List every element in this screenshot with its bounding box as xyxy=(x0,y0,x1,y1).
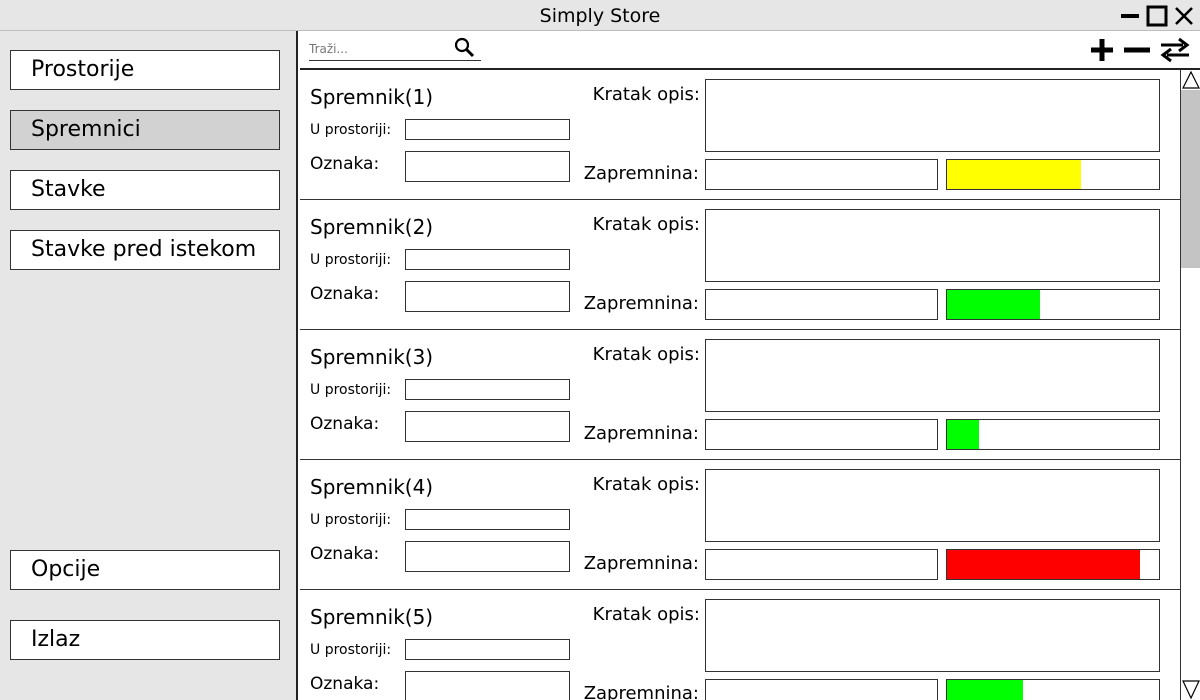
tag-label: Oznaka: xyxy=(310,674,380,694)
tag-field[interactable] xyxy=(405,541,570,572)
sidebar-item-stavke-pred-istekom[interactable]: Stavke pred istekom xyxy=(10,230,280,270)
tag-field[interactable] xyxy=(405,281,570,312)
search-icon[interactable] xyxy=(453,37,477,63)
sidebar-item-spremnici[interactable]: Spremnici xyxy=(10,110,280,150)
options-button[interactable]: Opcije xyxy=(10,550,280,590)
tag-label: Oznaka: xyxy=(310,544,380,564)
close-icon[interactable] xyxy=(1174,6,1194,26)
volume-field[interactable] xyxy=(705,679,938,700)
description-field[interactable] xyxy=(705,209,1160,282)
search-box xyxy=(309,37,481,61)
scroll-down-icon[interactable] xyxy=(1181,678,1200,700)
volume-bar-fill xyxy=(947,420,979,449)
description-label: Kratak opis: xyxy=(592,84,700,105)
volume-field[interactable] xyxy=(705,549,938,580)
room-field[interactable] xyxy=(405,509,570,530)
container-title: Spremnik(5) xyxy=(310,605,434,629)
sidebar: Prostorije Spremnici Stavke Stavke pred … xyxy=(0,31,298,700)
description-field[interactable] xyxy=(705,79,1160,152)
room-label: U prostoriji: xyxy=(310,252,392,268)
volume-label: Zapremnina: xyxy=(583,163,699,184)
description-label: Kratak opis: xyxy=(592,214,700,235)
volume-bar xyxy=(946,289,1160,320)
volume-label: Zapremnina: xyxy=(583,423,699,444)
room-label: U prostoriji: xyxy=(310,642,392,658)
search-input[interactable] xyxy=(309,39,449,59)
description-label: Kratak opis: xyxy=(592,474,700,495)
maximize-icon[interactable] xyxy=(1146,5,1168,27)
room-field[interactable] xyxy=(405,119,570,140)
room-field[interactable] xyxy=(405,249,570,270)
sidebar-item-prostorije[interactable]: Prostorije xyxy=(10,50,280,90)
room-field[interactable] xyxy=(405,379,570,400)
volume-label: Zapremnina: xyxy=(583,293,699,314)
volume-bar xyxy=(946,679,1160,700)
container-card: Spremnik(2) U prostoriji: Oznaka: Kratak… xyxy=(300,200,1180,330)
volume-label: Zapremnina: xyxy=(583,683,699,700)
description-label: Kratak opis: xyxy=(592,344,700,365)
volume-bar xyxy=(946,549,1160,580)
volume-field[interactable] xyxy=(705,289,938,320)
toolbar-actions xyxy=(1089,37,1191,67)
window-controls xyxy=(1120,5,1194,27)
description-field[interactable] xyxy=(705,599,1160,672)
room-field[interactable] xyxy=(405,639,570,660)
tag-label: Oznaka: xyxy=(310,284,380,304)
description-field[interactable] xyxy=(705,469,1160,542)
container-title: Spremnik(1) xyxy=(310,85,434,109)
swap-icon[interactable] xyxy=(1159,37,1191,67)
volume-bar-fill xyxy=(947,290,1041,319)
tag-field[interactable] xyxy=(405,671,570,700)
container-card: Spremnik(5) U prostoriji: Oznaka: Kratak… xyxy=(300,590,1180,700)
volume-bar-fill xyxy=(947,550,1140,579)
title-bar: Simply Store xyxy=(0,0,1200,31)
container-card: Spremnik(4) U prostoriji: Oznaka: Kratak… xyxy=(300,460,1180,590)
tag-field[interactable] xyxy=(405,411,570,442)
description-label: Kratak opis: xyxy=(592,604,700,625)
volume-label: Zapremnina: xyxy=(583,553,699,574)
exit-button[interactable]: Izlaz xyxy=(10,620,280,660)
window-title: Simply Store xyxy=(539,5,661,27)
tag-label: Oznaka: xyxy=(310,414,380,434)
scroll-up-icon[interactable] xyxy=(1181,70,1200,90)
container-title: Spremnik(2) xyxy=(310,215,434,239)
container-list: Spremnik(1) U prostoriji: Oznaka: Kratak… xyxy=(300,70,1180,700)
volume-bar-fill xyxy=(947,160,1081,189)
add-icon[interactable] xyxy=(1089,37,1115,67)
volume-bar xyxy=(946,159,1160,190)
room-label: U prostoriji: xyxy=(310,512,392,528)
minimize-icon[interactable] xyxy=(1120,6,1140,26)
volume-field[interactable] xyxy=(705,159,938,190)
description-field[interactable] xyxy=(705,339,1160,412)
toolbar xyxy=(300,31,1200,70)
tag-field[interactable] xyxy=(405,151,570,182)
remove-icon[interactable] xyxy=(1123,37,1151,67)
container-title: Spremnik(4) xyxy=(310,475,434,499)
container-card: Spremnik(3) U prostoriji: Oznaka: Kratak… xyxy=(300,330,1180,460)
volume-field[interactable] xyxy=(705,419,938,450)
container-title: Spremnik(3) xyxy=(310,345,434,369)
volume-bar-fill xyxy=(947,680,1024,700)
scrollbar-thumb[interactable] xyxy=(1181,90,1200,268)
room-label: U prostoriji: xyxy=(310,122,392,138)
vertical-scrollbar[interactable] xyxy=(1180,70,1200,700)
room-label: U prostoriji: xyxy=(310,382,392,398)
container-card: Spremnik(1) U prostoriji: Oznaka: Kratak… xyxy=(300,70,1180,200)
sidebar-item-stavke[interactable]: Stavke xyxy=(10,170,280,210)
tag-label: Oznaka: xyxy=(310,154,380,174)
volume-bar xyxy=(946,419,1160,450)
